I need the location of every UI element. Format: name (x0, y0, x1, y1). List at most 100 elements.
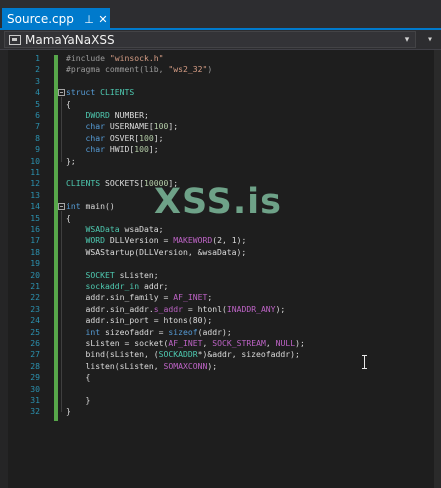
split-view-icon[interactable]: ▾ (422, 31, 438, 48)
project-dropdown[interactable]: MamaYaNaXSS ▾ (4, 31, 416, 48)
code-text: addr.sin_port = htons(80); (66, 315, 213, 326)
line-number: 26 (30, 338, 40, 348)
line-number: 22 (30, 292, 40, 303)
code-text: SOCKET sListen; (85, 269, 159, 280)
code-text: #include "winsock.h" (66, 53, 164, 63)
code-line[interactable]: 5{ (0, 99, 430, 110)
code-line[interactable]: 1 #include "winsock.h" (0, 53, 430, 64)
line-number: 19 (30, 258, 40, 269)
close-icon[interactable]: ✕ (96, 13, 110, 26)
ibeam-cursor-icon (362, 355, 367, 369)
line-number: 31 (30, 395, 40, 405)
code-text: char OSVER[100]; (85, 132, 164, 143)
line-number: 5 (35, 98, 40, 109)
line-number: 21 (30, 281, 40, 291)
line-number: 18 (30, 246, 40, 257)
code-text: } (66, 395, 91, 405)
code-line[interactable]: 2 #pragma comment(lib, "ws2_32") (0, 64, 430, 75)
code-line[interactable]: 23 addr.sin_addr.s_addr = htonl(INADDR_A… (0, 304, 430, 315)
code-text: { (66, 372, 91, 383)
code-line[interactable]: 31 } (0, 395, 430, 406)
code-text: WSAStartup(DLLVersion, &wsaData); (66, 246, 247, 257)
line-number: 14 (30, 201, 40, 212)
code-text: #pragma comment(lib, "ws2_32") (66, 64, 213, 75)
project-name: MamaYaNaXSS (25, 32, 115, 47)
code-line[interactable]: 11 (0, 167, 430, 178)
fold-guide (61, 97, 62, 162)
collapse-icon[interactable] (58, 89, 65, 97)
code-text: sockaddr_in addr; (85, 281, 169, 291)
code-line[interactable]: 22 addr.sin_family = AF_INET; (0, 292, 430, 303)
line-number: 24 (30, 315, 40, 326)
line-number: 7 (35, 121, 40, 132)
code-text: WSAData wsaData; (85, 224, 164, 234)
document-tab-bar: Source.cpp ⊥ ✕ (0, 0, 441, 30)
line-number: 17 (30, 235, 40, 246)
code-text: int main() (66, 201, 115, 212)
line-number: 29 (30, 372, 40, 383)
line-number: 13 (30, 189, 40, 200)
code-text: char USERNAME[100]; (85, 121, 179, 132)
code-text: } (66, 406, 71, 417)
line-number: 15 (30, 212, 40, 223)
code-line[interactable]: 19 (0, 258, 430, 269)
line-number: 1 (35, 53, 40, 63)
code-line[interactable]: 18 WSAStartup(DLLVersion, &wsaData); (0, 247, 430, 258)
code-line[interactable]: 3 (0, 76, 430, 87)
vertical-scrollbar[interactable] (434, 50, 441, 488)
code-line[interactable]: 4 struct CLIENTS (0, 87, 430, 98)
code-line[interactable]: 30 (0, 384, 430, 395)
code-text: addr.sin_family = AF_INET; (66, 292, 213, 303)
code-text: }; (66, 155, 76, 166)
collapse-icon[interactable] (58, 203, 65, 211)
line-number: 10 (30, 155, 40, 166)
line-number: 16 (30, 224, 40, 234)
code-text: bind(sListen, (SOCKADDR*)&addr, sizeofad… (66, 349, 300, 360)
code-text: DWORD NUMBER; (85, 110, 149, 120)
pin-icon[interactable]: ⊥ (82, 13, 96, 26)
line-number: 27 (30, 349, 40, 360)
navigation-bar: MamaYaNaXSS ▾ ▾ (0, 30, 441, 50)
code-line[interactable]: 20 SOCKET sListen; (0, 270, 430, 281)
line-number: 4 (35, 87, 40, 98)
tab-title: Source.cpp (7, 12, 74, 26)
code-text: addr.sin_addr.s_addr = htonl(INADDR_ANY)… (66, 303, 286, 314)
code-line[interactable]: 9 char HWID[100]; (0, 144, 430, 155)
line-number: 28 (30, 360, 40, 371)
code-text: struct CLIENTS (66, 87, 135, 98)
line-number: 20 (30, 269, 40, 280)
code-text: sListen = socket(AF_INET, SOCK_STREAM, N… (66, 338, 305, 348)
line-number: 23 (30, 303, 40, 314)
code-line[interactable]: 10}; (0, 156, 430, 167)
line-number: 8 (35, 132, 40, 143)
code-text: { (66, 98, 71, 109)
code-line[interactable]: 25 int sizeofaddr = sizeof(addr); (0, 327, 430, 338)
project-icon (9, 34, 21, 45)
watermark-text: XSS.is (154, 182, 282, 222)
code-line[interactable]: 29 { (0, 372, 430, 383)
code-line[interactable]: 8 char OSVER[100]; (0, 133, 430, 144)
line-number: 25 (30, 326, 40, 337)
code-line[interactable]: 32} (0, 406, 430, 417)
code-line[interactable]: 6 DWORD NUMBER; (0, 110, 430, 121)
code-editor[interactable]: 1 #include "winsock.h" 2 #pragma comment(li… (0, 50, 441, 488)
line-number: 30 (30, 383, 40, 394)
code-text: int sizeofaddr = sizeof(addr); (85, 326, 232, 337)
line-number: 32 (30, 406, 40, 417)
chevron-down-icon[interactable]: ▾ (399, 35, 415, 45)
line-number: 9 (35, 144, 40, 155)
code-line[interactable]: 21 sockaddr_in addr; (0, 281, 430, 292)
line-number: 3 (35, 75, 40, 86)
code-line[interactable]: 17 WORD DLLVersion = MAKEWORD(2, 1); (0, 235, 430, 246)
line-number: 11 (30, 167, 40, 177)
line-number: 12 (30, 178, 40, 189)
tab-source-cpp[interactable]: Source.cpp ⊥ ✕ (2, 8, 110, 30)
code-line[interactable]: 24 addr.sin_port = htons(80); (0, 315, 430, 326)
line-number: 6 (35, 110, 40, 120)
line-number: 2 (35, 64, 40, 75)
code-line[interactable]: 7 char USERNAME[100]; (0, 121, 430, 132)
code-text: listen(sListen, SOMAXCONN); (66, 360, 218, 371)
code-line[interactable]: 26 sListen = socket(AF_INET, SOCK_STREAM… (0, 338, 430, 349)
code-text: { (66, 212, 71, 223)
code-line[interactable]: 16 WSAData wsaData; (0, 224, 430, 235)
